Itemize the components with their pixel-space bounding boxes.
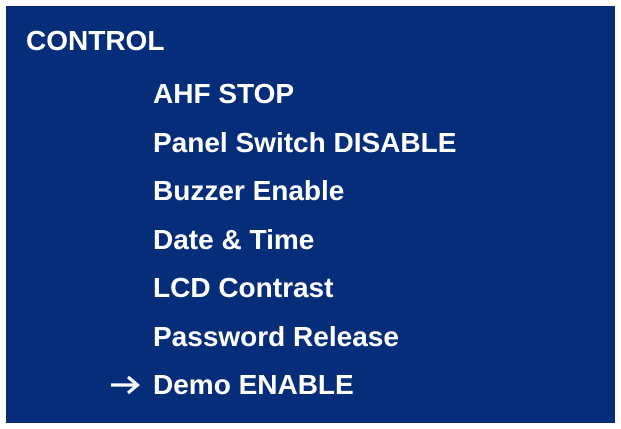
menu-item-label: Buzzer Enable bbox=[153, 175, 345, 207]
menu-item-buzzer[interactable]: Buzzer Enable bbox=[6, 167, 456, 216]
menu-item-label: Demo ENABLE bbox=[153, 369, 354, 401]
menu-item-lcd-contrast[interactable]: LCD Contrast bbox=[6, 264, 456, 313]
right-arrow-icon bbox=[111, 376, 140, 395]
menu-item-label: Password Release bbox=[153, 320, 399, 352]
menu-item-password-release[interactable]: Password Release bbox=[6, 313, 456, 362]
menu-item-panel-switch[interactable]: Panel Switch DISABLE bbox=[6, 119, 456, 168]
control-menu-panel: CONTROL AHF STOP Panel Switch DISABLE Bu… bbox=[6, 6, 615, 423]
menu-item-demo[interactable]: Demo ENABLE bbox=[6, 361, 456, 410]
menu-item-date-time[interactable]: Date & Time bbox=[6, 216, 456, 265]
menu-item-label: Panel Switch DISABLE bbox=[153, 126, 457, 158]
menu-item-ahf-stop[interactable]: AHF STOP bbox=[6, 70, 456, 119]
menu-list: AHF STOP Panel Switch DISABLE Buzzer Ena… bbox=[6, 70, 456, 410]
menu-item-label: Date & Time bbox=[153, 223, 315, 255]
menu-title: CONTROL bbox=[26, 25, 165, 56]
menu-item-label: AHF STOP bbox=[153, 78, 295, 110]
menu-item-label: LCD Contrast bbox=[153, 272, 334, 304]
